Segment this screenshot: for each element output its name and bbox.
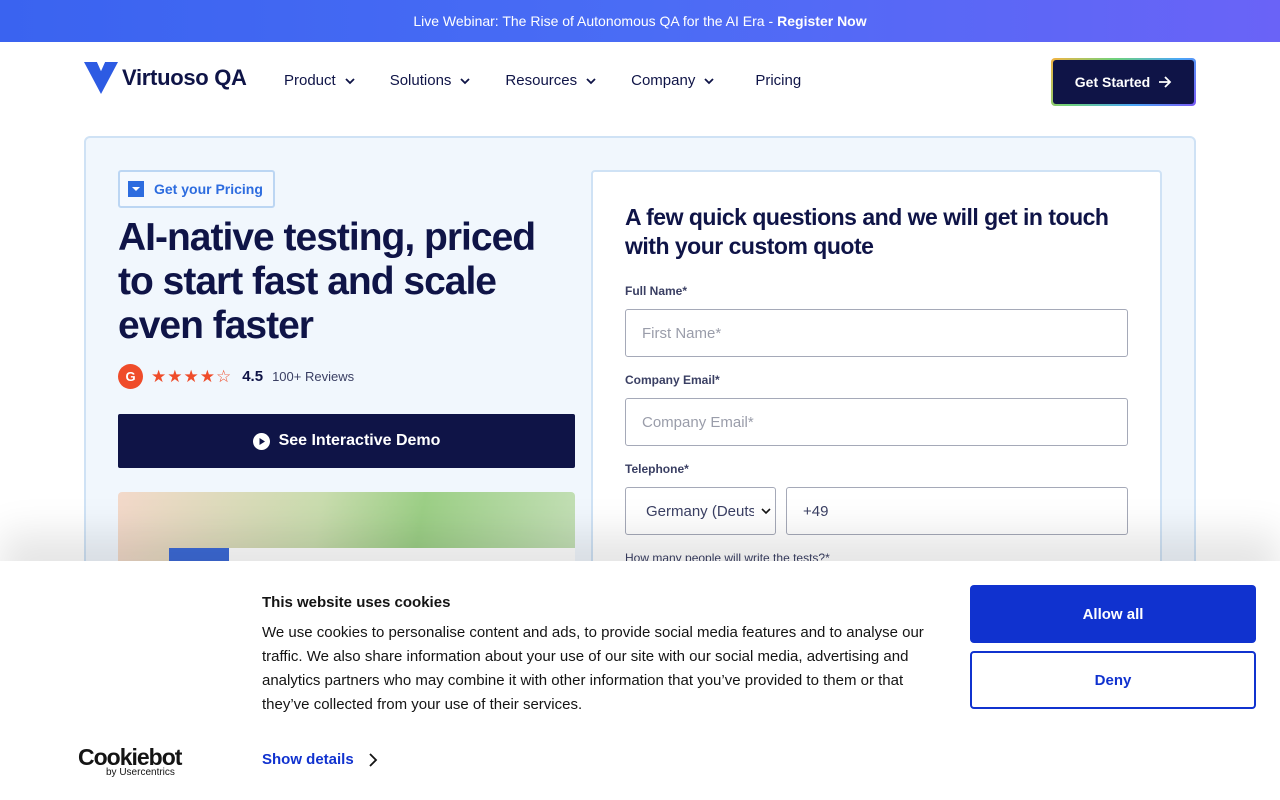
company-email-input[interactable]: Company Email* <box>625 398 1128 446</box>
demo-button-label: See Interactive Demo <box>278 432 441 449</box>
webinar-banner[interactable]: Live Webinar: The Rise of Autonomous QA … <box>0 0 1280 42</box>
deny-button[interactable]: Deny <box>970 651 1256 709</box>
telephone-label: Telephone* <box>625 462 689 476</box>
menu-solutions-label: Solutions <box>389 72 452 89</box>
see-interactive-demo-button[interactable]: See Interactive Demo <box>118 414 575 468</box>
get-started-label: Get Started <box>1074 74 1151 90</box>
menu-resources[interactable]: Resources <box>505 72 597 89</box>
rating-score: 4.5 <box>242 368 264 385</box>
menu-product[interactable]: Product <box>284 72 356 89</box>
register-now-link[interactable]: Register Now <box>777 13 866 29</box>
pill-label: Get your Pricing <box>154 181 263 197</box>
show-details-label: Show details <box>262 751 354 768</box>
g2-rating: G ★★★★☆ 4.5 100+ Reviews <box>118 364 354 389</box>
cookiebot-logo-subtext: by Usercentrics <box>106 767 175 778</box>
menu-solutions[interactable]: Solutions <box>390 72 472 89</box>
chevron-down-icon <box>460 77 471 84</box>
cookie-consent-banner: Cookiebot by Usercentrics This website u… <box>0 561 1280 800</box>
main-menu: Product Solutions Resources Company Pric… <box>284 72 835 89</box>
banner-text: Live Webinar: The Rise of Autonomous QA … <box>413 13 774 29</box>
cookiebot-logo: Cookiebot by Usercentrics <box>78 744 182 778</box>
play-icon <box>252 432 270 450</box>
menu-resources-label: Resources <box>505 72 578 89</box>
review-count: 100+ Reviews <box>272 369 355 384</box>
menu-company-label: Company <box>631 72 696 89</box>
page-title: AI-native testing, priced to start fast … <box>118 216 536 347</box>
chevron-right-icon <box>369 752 377 767</box>
menu-product-label: Product <box>284 72 336 89</box>
logo[interactable]: Virtuoso QA <box>84 62 247 94</box>
chevron-down-icon <box>704 77 714 84</box>
full-name-label: Full Name* <box>625 284 688 298</box>
cookie-description: We use cookies to personalise content an… <box>262 624 924 713</box>
chevron-down-icon <box>761 508 771 515</box>
g2-icon: G <box>118 364 143 389</box>
chevron-down-icon <box>128 181 144 197</box>
country-select[interactable]: Germany (Deutschland) <box>625 487 776 535</box>
get-started-button[interactable]: Get Started <box>1051 58 1196 106</box>
logo-text: Virtuoso QA <box>122 65 247 90</box>
phone-input[interactable]: +49 <box>786 487 1128 535</box>
chevron-down-icon <box>586 77 596 84</box>
first-name-input[interactable]: First Name* <box>625 309 1128 357</box>
chevron-down-icon <box>345 77 355 84</box>
allow-all-button[interactable]: Allow all <box>970 585 1256 643</box>
country-selected-value: Germany (Deutschland) <box>646 502 754 520</box>
form-title: A few quick questions and we will get in… <box>625 204 1109 259</box>
get-pricing-pill: Get your Pricing <box>118 170 275 208</box>
cookie-title: This website uses cookies <box>262 594 451 611</box>
menu-company[interactable]: Company <box>631 72 715 89</box>
star-rating: ★★★★☆ <box>151 366 233 386</box>
company-email-label: Company Email* <box>625 373 720 387</box>
arrow-right-icon <box>1159 76 1172 88</box>
top-navigation: Virtuoso QA Product Solutions Resources … <box>0 42 1280 122</box>
show-details-link[interactable]: Show details <box>262 751 378 768</box>
menu-pricing[interactable]: Pricing <box>755 72 801 89</box>
virtuoso-logo-icon <box>84 62 118 94</box>
